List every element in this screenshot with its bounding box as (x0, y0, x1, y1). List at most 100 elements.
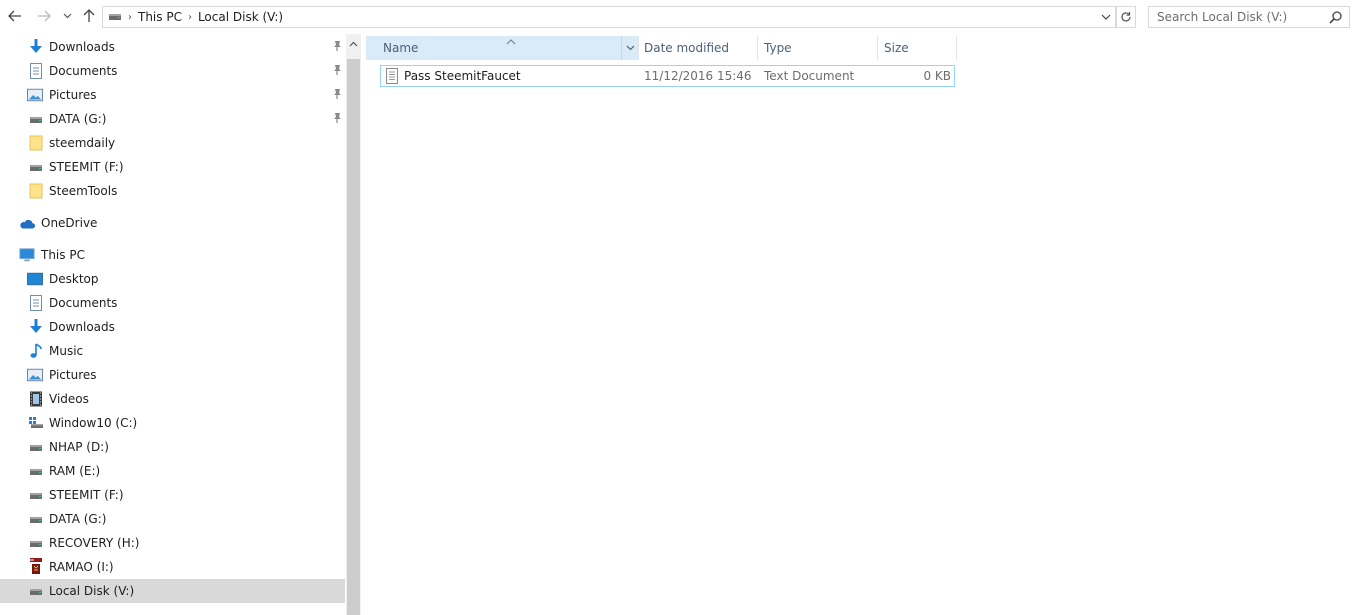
sidebar-item-label: RAM (E:) (49, 464, 101, 478)
sidebar-item-documents[interactable]: Documents (0, 59, 345, 83)
column-header-name[interactable]: Name (366, 36, 638, 60)
sidebar-item-pictures[interactable]: Pictures (0, 363, 345, 387)
scrollbar-thumb[interactable] (347, 59, 360, 615)
sidebar-item-music[interactable]: Music (0, 339, 345, 363)
sidebar-item-this-pc[interactable]: This PC (0, 243, 345, 267)
forward-arrow-icon (38, 10, 51, 22)
pin-icon[interactable] (331, 40, 343, 52)
breadcrumb-separator[interactable]: › (128, 12, 132, 23)
drive-icon (28, 536, 44, 552)
sidebar-item-onedrive[interactable]: OneDrive (0, 211, 345, 235)
sidebar-item-pictures[interactable]: Pictures (0, 83, 345, 107)
sidebar-item-desktop[interactable]: Desktop (0, 267, 345, 291)
sidebar-item-downloads[interactable]: Downloads (0, 35, 345, 59)
column-divider[interactable] (956, 36, 957, 60)
sidebar-item-label: Downloads (49, 40, 115, 54)
up-button[interactable] (79, 6, 99, 26)
sidebar-item-steemtools[interactable]: SteemTools (0, 179, 345, 203)
sidebar-item-ramao-i[interactable]: RAMAO (I:) (0, 555, 345, 579)
pictures-icon (27, 367, 43, 383)
search-box[interactable] (1148, 6, 1350, 28)
sidebar-item-label: SteemTools (49, 184, 118, 198)
sd-card-icon (28, 558, 44, 574)
refresh-icon (1121, 12, 1131, 22)
drive-icon (28, 512, 44, 528)
sidebar-item-label: Local Disk (V:) (49, 584, 135, 598)
pin-icon[interactable] (331, 112, 343, 124)
breadcrumb-local-disk-v[interactable]: Local Disk (V:) (198, 10, 283, 24)
refresh-button[interactable] (1116, 6, 1136, 28)
sidebar-item-ram-e[interactable]: RAM (E:) (0, 459, 345, 483)
file-list-pane[interactable]: Name Date modified Type Size Pass Steemi… (361, 34, 1359, 615)
address-history-dropdown[interactable] (1097, 7, 1115, 27)
drive-icon (28, 488, 44, 504)
sidebar-scrollbar[interactable] (346, 34, 361, 615)
back-button[interactable] (5, 6, 25, 26)
sidebar-item-local-disk-v[interactable]: Local Disk (V:) (0, 579, 345, 603)
scroll-up-button[interactable] (346, 34, 361, 54)
column-header-label: Name (383, 41, 419, 55)
address-bar[interactable]: › This PC › Local Disk (V:) (102, 6, 1116, 28)
column-header-size[interactable]: Size (878, 36, 956, 60)
onedrive-cloud-icon (19, 216, 35, 232)
sort-ascending-icon (506, 34, 516, 48)
computer-icon (19, 247, 35, 263)
sidebar-item-documents[interactable]: Documents (0, 291, 345, 315)
sidebar-item-steemit-f[interactable]: STEEMIT (F:) (0, 483, 345, 507)
file-type: Text Document (764, 69, 855, 83)
pin-icon[interactable] (331, 64, 343, 76)
sidebar-item-data-g[interactable]: DATA (G:) (0, 507, 345, 531)
sidebar-item-videos[interactable]: Videos (0, 387, 345, 411)
column-filter-dropdown[interactable] (621, 36, 638, 60)
sidebar-item-label: RECOVERY (H:) (49, 536, 140, 550)
sidebar-item-label: steemdaily (49, 136, 116, 150)
drive-icon (28, 440, 44, 456)
desktop-icon (27, 271, 43, 287)
sidebar-item-nhap-d[interactable]: NHAP (D:) (0, 435, 345, 459)
drive-icon (28, 112, 44, 128)
sidebar-item-recovery-h[interactable]: RECOVERY (H:) (0, 531, 345, 555)
pin-icon[interactable] (331, 88, 343, 100)
search-input[interactable] (1149, 7, 1325, 27)
document-icon (28, 295, 44, 311)
drive-icon (28, 464, 44, 480)
chevron-down-icon (1101, 14, 1111, 20)
chevron-down-icon (63, 13, 71, 19)
sidebar-item-label: Window10 (C:) (49, 416, 138, 430)
sidebar-item-label: Videos (49, 392, 89, 406)
forward-button[interactable] (34, 6, 54, 26)
chevron-up-icon (349, 41, 358, 47)
windows-drive-icon (28, 415, 44, 431)
sidebar-item-steemdaily[interactable]: steemdaily (0, 131, 345, 155)
download-arrow-icon (28, 39, 44, 55)
column-header-type[interactable]: Type (758, 36, 877, 60)
sidebar-item-downloads[interactable]: Downloads (0, 315, 345, 339)
recent-locations-button[interactable] (58, 6, 76, 26)
sidebar-item-window10-c[interactable]: Window10 (C:) (0, 411, 345, 435)
folder-icon (28, 183, 44, 199)
search-icon[interactable] (1329, 10, 1343, 27)
drive-icon (28, 160, 44, 176)
file-row[interactable]: Pass SteemitFaucet 11/12/2016 15:46 Text… (380, 65, 955, 87)
breadcrumb: › This PC › Local Disk (V:) (103, 7, 283, 27)
sidebar-item-label: Downloads (49, 320, 115, 334)
sidebar-item-label: RAMAO (I:) (49, 560, 114, 574)
navigation-bar: › This PC › Local Disk (V:) (0, 0, 1359, 34)
sidebar-item-data-g[interactable]: DATA (G:) (0, 107, 345, 131)
sidebar-item-label: Pictures (49, 88, 97, 102)
sidebar-item-label: NHAP (D:) (49, 440, 109, 454)
file-size: 0 KB (923, 69, 951, 83)
up-arrow-icon (83, 9, 95, 22)
sidebar-item-label: Documents (49, 296, 118, 310)
film-icon (28, 391, 44, 407)
file-name: Pass SteemitFaucet (404, 69, 521, 83)
sidebar-item-steemit-f[interactable]: STEEMIT (F:) (0, 155, 345, 179)
drive-icon (28, 584, 44, 600)
sidebar-item-label: Desktop (49, 272, 99, 286)
column-header-date-modified[interactable]: Date modified (639, 36, 757, 60)
breadcrumb-separator[interactable]: › (188, 12, 192, 23)
music-note-icon (28, 343, 44, 359)
breadcrumb-this-pc[interactable]: This PC (138, 10, 182, 24)
download-arrow-icon (28, 319, 44, 335)
column-header-label: Size (884, 41, 909, 55)
